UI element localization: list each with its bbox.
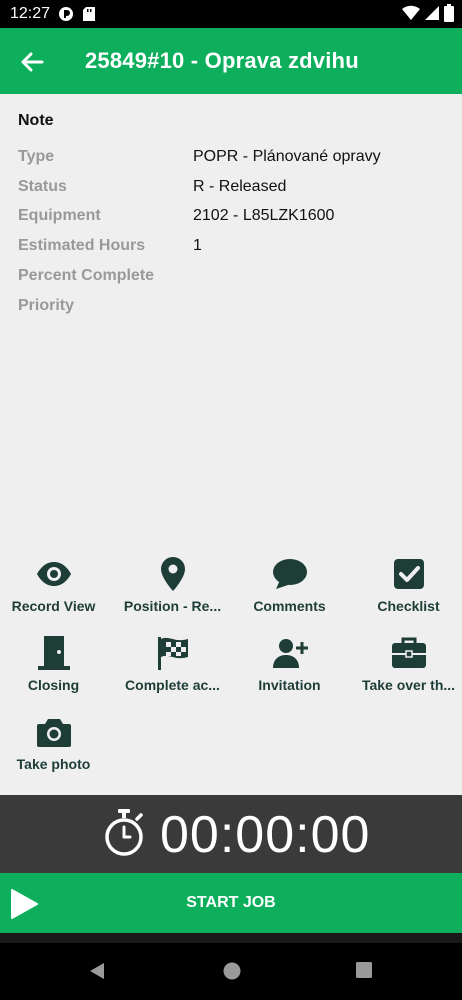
detail-row-percent-complete: Percent Complete	[18, 261, 448, 291]
speech-bubble-icon	[271, 555, 309, 593]
detail-label: Status	[18, 177, 67, 195]
divider	[0, 933, 462, 943]
status-time: 12:27	[10, 5, 51, 22]
detail-label: Percent Complete	[18, 267, 155, 285]
job-details: Note Type POPR - Plánované opravy Status…	[18, 112, 448, 321]
briefcase-icon	[390, 634, 428, 672]
take-over-button[interactable]: Take over th...	[351, 634, 462, 704]
record-view-button[interactable]: Record View	[0, 555, 111, 625]
battery-icon	[444, 4, 454, 27]
start-job-label: START JOB	[186, 894, 276, 911]
app-notification-icon	[58, 6, 74, 22]
action-label: Invitation	[258, 677, 321, 693]
checklist-button[interactable]: Checklist	[351, 555, 462, 625]
door-icon	[35, 634, 73, 672]
invitation-button[interactable]: Invitation	[232, 634, 347, 704]
nav-recents-icon[interactable]	[355, 961, 373, 984]
detail-row-type: Type POPR - Plánované opravy	[18, 142, 448, 172]
detail-value: 2102 - L85LZK1600	[193, 207, 335, 225]
detail-label: Equipment	[18, 207, 101, 225]
checkbox-icon	[390, 555, 428, 593]
wifi-icon	[402, 5, 420, 26]
sd-card-icon	[82, 6, 96, 22]
status-bar: 12:27	[0, 0, 462, 28]
nav-back-icon[interactable]	[88, 961, 106, 986]
position-button[interactable]: Position - Re...	[115, 555, 230, 625]
action-label: Comments	[253, 598, 326, 614]
action-label: Complete ac...	[125, 677, 220, 693]
app-bar: 25849#10 - Oprava zdvihu	[0, 28, 462, 94]
action-label: Take photo	[16, 756, 91, 772]
action-label: Position - Re...	[123, 598, 222, 614]
signal-icon	[424, 5, 440, 26]
start-job-button[interactable]: START JOB	[0, 873, 462, 933]
complete-activity-button[interactable]: Complete ac...	[115, 634, 230, 704]
checkered-flag-icon	[154, 634, 192, 672]
detail-row-status: Status R - Released	[18, 172, 448, 202]
comments-button[interactable]: Comments	[232, 555, 347, 625]
detail-row-equipment: Equipment 2102 - L85LZK1600	[18, 202, 448, 232]
detail-value: 1	[193, 237, 202, 255]
page-title: 25849#10 - Oprava zdvihu	[85, 48, 359, 73]
camera-icon	[35, 713, 73, 751]
note-heading: Note	[18, 112, 54, 129]
eye-icon	[35, 555, 73, 593]
stopwatch-icon	[101, 807, 147, 857]
back-arrow-icon[interactable]	[18, 48, 46, 76]
nav-home-icon[interactable]	[222, 961, 242, 986]
action-label: Closing	[27, 677, 80, 693]
take-photo-button[interactable]: Take photo	[0, 713, 111, 783]
timer-panel: 00:00:00	[0, 795, 462, 873]
action-label: Take over th...	[361, 677, 456, 693]
timer-display: 00:00:00	[160, 806, 371, 864]
add-user-icon	[271, 634, 309, 672]
detail-label: Estimated Hours	[18, 237, 146, 255]
action-label: Checklist	[377, 598, 440, 614]
detail-label: Type	[18, 147, 55, 165]
closing-button[interactable]: Closing	[0, 634, 111, 704]
detail-value: R - Released	[193, 177, 287, 195]
detail-label: Priority	[18, 296, 75, 314]
system-nav-bar	[0, 943, 462, 1000]
map-pin-icon	[154, 555, 192, 593]
detail-row-estimated-hours: Estimated Hours 1	[18, 231, 448, 261]
detail-row-priority: Priority	[18, 291, 448, 321]
detail-value: POPR - Plánované opravy	[193, 147, 381, 165]
action-label: Record View	[11, 598, 96, 614]
